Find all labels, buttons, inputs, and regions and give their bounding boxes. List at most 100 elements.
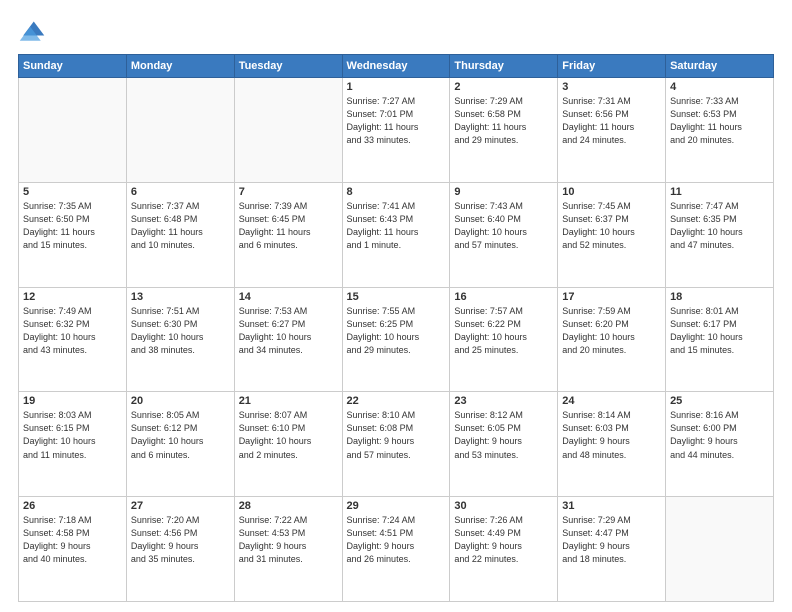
day-info: Sunrise: 7:57 AM Sunset: 6:22 PM Dayligh… [454, 305, 553, 357]
calendar-cell: 5 Sunrise: 7:35 AM Sunset: 6:50 PM Daylig… [19, 182, 127, 287]
calendar-cell: 16 Sunrise: 7:57 AM Sunset: 6:22 PM Dayli… [450, 287, 558, 392]
calendar-cell: 21 Sunrise: 8:07 AM Sunset: 6:10 PM Dayli… [234, 392, 342, 497]
day-info: Sunrise: 7:26 AM Sunset: 4:49 PM Dayligh… [454, 514, 553, 566]
day-number: 15 [347, 291, 446, 303]
calendar-cell: 28 Sunrise: 7:22 AM Sunset: 4:53 PM Dayli… [234, 497, 342, 602]
calendar-cell [19, 78, 127, 183]
weekday-header-wednesday: Wednesday [342, 55, 450, 78]
day-info: Sunrise: 8:14 AM Sunset: 6:03 PM Dayligh… [562, 409, 661, 461]
day-number: 9 [454, 186, 553, 198]
calendar-cell: 31 Sunrise: 7:29 AM Sunset: 4:47 PM Dayli… [558, 497, 666, 602]
day-info: Sunrise: 7:33 AM Sunset: 6:53 PM Dayligh… [670, 95, 769, 147]
day-info: Sunrise: 7:37 AM Sunset: 6:48 PM Dayligh… [131, 200, 230, 252]
calendar-cell: 11Sunrise: 7:47 AM Sunset: 6:35 PM Dayli… [666, 182, 774, 287]
calendar-cell [666, 497, 774, 602]
weekday-header-thursday: Thursday [450, 55, 558, 78]
day-info: Sunrise: 8:03 AM Sunset: 6:15 PM Dayligh… [23, 409, 122, 461]
header [18, 18, 774, 46]
day-info: Sunrise: 7:41 AM Sunset: 6:43 PM Dayligh… [347, 200, 446, 252]
weekday-header-tuesday: Tuesday [234, 55, 342, 78]
weekday-header-monday: Monday [126, 55, 234, 78]
weekday-header-sunday: Sunday [19, 55, 127, 78]
day-number: 22 [347, 395, 446, 407]
day-info: Sunrise: 8:01 AM Sunset: 6:17 PM Dayligh… [670, 305, 769, 357]
calendar-cell: 7 Sunrise: 7:39 AM Sunset: 6:45 PM Daylig… [234, 182, 342, 287]
day-number: 8 [347, 186, 446, 198]
calendar-cell: 17 Sunrise: 7:59 AM Sunset: 6:20 PM Dayli… [558, 287, 666, 392]
day-number: 12 [23, 291, 122, 303]
day-info: Sunrise: 7:49 AM Sunset: 6:32 PM Dayligh… [23, 305, 122, 357]
calendar-week-4: 19 Sunrise: 8:03 AM Sunset: 6:15 PM Dayli… [19, 392, 774, 497]
day-number: 10 [562, 186, 661, 198]
day-info: Sunrise: 7:55 AM Sunset: 6:25 PM Dayligh… [347, 305, 446, 357]
day-number: 2 [454, 81, 553, 93]
day-number: 1 [347, 81, 446, 93]
day-number: 16 [454, 291, 553, 303]
day-info: Sunrise: 7:43 AM Sunset: 6:40 PM Dayligh… [454, 200, 553, 252]
day-number: 28 [239, 500, 338, 512]
calendar-cell: 14 Sunrise: 7:53 AM Sunset: 6:27 PM Dayli… [234, 287, 342, 392]
calendar-cell: 24 Sunrise: 8:14 AM Sunset: 6:03 PM Dayli… [558, 392, 666, 497]
calendar-week-2: 5 Sunrise: 7:35 AM Sunset: 6:50 PM Daylig… [19, 182, 774, 287]
calendar-cell: 22 Sunrise: 8:10 AM Sunset: 6:08 PM Dayli… [342, 392, 450, 497]
calendar-cell: 18 Sunrise: 8:01 AM Sunset: 6:17 PM Dayli… [666, 287, 774, 392]
calendar-cell: 13 Sunrise: 7:51 AM Sunset: 6:30 PM Dayli… [126, 287, 234, 392]
day-number: 21 [239, 395, 338, 407]
day-number: 7 [239, 186, 338, 198]
day-info: Sunrise: 7:39 AM Sunset: 6:45 PM Dayligh… [239, 200, 338, 252]
calendar-cell: 9 Sunrise: 7:43 AM Sunset: 6:40 PM Daylig… [450, 182, 558, 287]
page: SundayMondayTuesdayWednesdayThursdayFrid… [0, 0, 792, 612]
day-number: 18 [670, 291, 769, 303]
day-number: 4 [670, 81, 769, 93]
calendar-cell: 10Sunrise: 7:45 AM Sunset: 6:37 PM Dayli… [558, 182, 666, 287]
day-info: Sunrise: 7:47 AM Sunset: 6:35 PM Dayligh… [670, 200, 769, 252]
weekday-header-saturday: Saturday [666, 55, 774, 78]
weekday-header-row: SundayMondayTuesdayWednesdayThursdayFrid… [19, 55, 774, 78]
calendar-cell: 19 Sunrise: 8:03 AM Sunset: 6:15 PM Dayli… [19, 392, 127, 497]
day-info: Sunrise: 7:53 AM Sunset: 6:27 PM Dayligh… [239, 305, 338, 357]
calendar-cell: 29Sunrise: 7:24 AM Sunset: 4:51 PM Dayli… [342, 497, 450, 602]
calendar-cell: 3Sunrise: 7:31 AM Sunset: 6:56 PM Daylig… [558, 78, 666, 183]
calendar-week-5: 26Sunrise: 7:18 AM Sunset: 4:58 PM Dayli… [19, 497, 774, 602]
day-number: 24 [562, 395, 661, 407]
calendar-cell: 15 Sunrise: 7:55 AM Sunset: 6:25 PM Dayli… [342, 287, 450, 392]
calendar-table: SundayMondayTuesdayWednesdayThursdayFrid… [18, 54, 774, 602]
day-info: Sunrise: 8:07 AM Sunset: 6:10 PM Dayligh… [239, 409, 338, 461]
day-info: Sunrise: 8:16 AM Sunset: 6:00 PM Dayligh… [670, 409, 769, 461]
day-number: 25 [670, 395, 769, 407]
day-number: 30 [454, 500, 553, 512]
calendar-week-3: 12 Sunrise: 7:49 AM Sunset: 6:32 PM Dayli… [19, 287, 774, 392]
day-info: Sunrise: 7:22 AM Sunset: 4:53 PM Dayligh… [239, 514, 338, 566]
day-number: 3 [562, 81, 661, 93]
day-number: 13 [131, 291, 230, 303]
calendar-cell: 2Sunrise: 7:29 AM Sunset: 6:58 PM Daylig… [450, 78, 558, 183]
day-info: Sunrise: 8:10 AM Sunset: 6:08 PM Dayligh… [347, 409, 446, 461]
day-number: 23 [454, 395, 553, 407]
calendar-cell: 30 Sunrise: 7:26 AM Sunset: 4:49 PM Dayli… [450, 497, 558, 602]
day-number: 31 [562, 500, 661, 512]
calendar-cell: 8 Sunrise: 7:41 AM Sunset: 6:43 PM Daylig… [342, 182, 450, 287]
day-number: 17 [562, 291, 661, 303]
day-info: Sunrise: 7:29 AM Sunset: 4:47 PM Dayligh… [562, 514, 661, 566]
day-info: Sunrise: 8:05 AM Sunset: 6:12 PM Dayligh… [131, 409, 230, 461]
day-number: 27 [131, 500, 230, 512]
logo-icon [18, 18, 46, 46]
calendar-cell: 12 Sunrise: 7:49 AM Sunset: 6:32 PM Dayli… [19, 287, 127, 392]
day-number: 14 [239, 291, 338, 303]
calendar-cell: 6Sunrise: 7:37 AM Sunset: 6:48 PM Daylig… [126, 182, 234, 287]
day-info: Sunrise: 7:27 AM Sunset: 7:01 PM Dayligh… [347, 95, 446, 147]
day-info: Sunrise: 7:59 AM Sunset: 6:20 PM Dayligh… [562, 305, 661, 357]
day-info: Sunrise: 8:12 AM Sunset: 6:05 PM Dayligh… [454, 409, 553, 461]
day-info: Sunrise: 7:35 AM Sunset: 6:50 PM Dayligh… [23, 200, 122, 252]
day-number: 19 [23, 395, 122, 407]
calendar-cell [126, 78, 234, 183]
calendar-cell: 27Sunrise: 7:20 AM Sunset: 4:56 PM Dayli… [126, 497, 234, 602]
calendar-cell: 1 Sunrise: 7:27 AM Sunset: 7:01 PM Daylig… [342, 78, 450, 183]
calendar-cell: 26Sunrise: 7:18 AM Sunset: 4:58 PM Dayli… [19, 497, 127, 602]
day-number: 26 [23, 500, 122, 512]
calendar-cell [234, 78, 342, 183]
day-info: Sunrise: 7:51 AM Sunset: 6:30 PM Dayligh… [131, 305, 230, 357]
day-number: 5 [23, 186, 122, 198]
calendar-cell: 20Sunrise: 8:05 AM Sunset: 6:12 PM Dayli… [126, 392, 234, 497]
calendar-week-1: 1 Sunrise: 7:27 AM Sunset: 7:01 PM Daylig… [19, 78, 774, 183]
